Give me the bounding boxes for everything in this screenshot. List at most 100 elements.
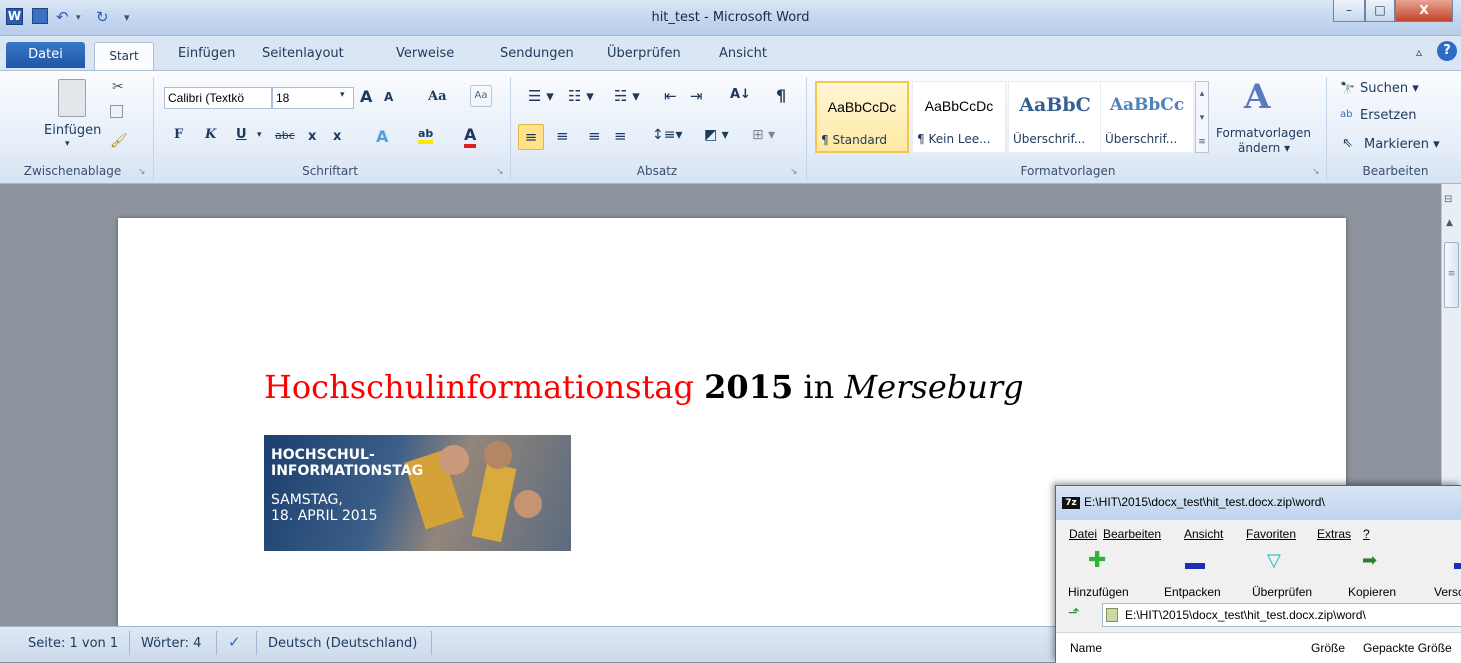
status-language[interactable]: Deutsch (Deutschland) <box>268 636 417 651</box>
decrease-indent-icon[interactable]: ⇤ <box>664 87 677 105</box>
help-icon[interactable]: ? <box>1437 41 1457 61</box>
multilevel-list-icon[interactable]: ☵ ▾ <box>614 87 640 105</box>
sevenzip-menu-help[interactable]: ? <box>1363 527 1370 541</box>
replace-button[interactable]: Ersetzen <box>1360 108 1417 123</box>
align-left-button[interactable]: ≡ <box>518 124 544 150</box>
superscript-button[interactable]: x <box>333 129 341 144</box>
tab-view[interactable]: Ansicht <box>719 46 767 61</box>
find-button[interactable]: Suchen ▾ <box>1360 81 1419 96</box>
status-word-count[interactable]: Wörter: 4 <box>141 636 201 651</box>
change-styles-icon[interactable]: A <box>1244 77 1270 117</box>
column-name[interactable]: Name <box>1070 641 1102 655</box>
paste-button[interactable]: Einfügen <box>44 123 101 138</box>
align-center-icon[interactable]: ≡ <box>556 127 569 145</box>
increase-indent-icon[interactable]: ⇥ <box>690 87 703 105</box>
extract-button[interactable]: Entpacken <box>1164 585 1221 599</box>
bullets-icon[interactable]: ☰ ▾ <box>528 87 554 105</box>
proofing-icon[interactable]: ✓ <box>228 633 241 651</box>
document-heading[interactable]: Hochschulinformationstag 2015 in Mersebu… <box>264 368 1024 406</box>
add-icon[interactable]: ✚ <box>1088 548 1106 573</box>
styles-gallery-scroll[interactable]: ▴ ▾ ≡ <box>1195 81 1209 153</box>
sevenzip-menu-view[interactable]: Ansicht <box>1184 527 1223 541</box>
justify-icon[interactable]: ≡ <box>614 127 627 145</box>
paragraph-launcher-icon[interactable]: ↘ <box>790 167 798 177</box>
change-case-button[interactable]: Aa <box>428 89 447 104</box>
style-heading-2[interactable]: AaBbCc Überschrif... <box>1100 81 1194 153</box>
paste-dropdown-icon[interactable]: ▾ <box>65 139 70 149</box>
sevenzip-path-input[interactable]: E:\HIT\2015\docx_test\hit_test.docx.zip\… <box>1102 603 1461 627</box>
test-button[interactable]: Überprüfen <box>1252 585 1312 599</box>
tab-mailings[interactable]: Sendungen <box>500 46 574 61</box>
styles-launcher-icon[interactable]: ↘ <box>1312 167 1320 177</box>
close-button[interactable]: X <box>1395 0 1453 22</box>
tab-review[interactable]: Überprüfen <box>607 46 681 61</box>
sevenzip-menu-edit[interactable]: Bearbeiten <box>1103 527 1161 541</box>
font-color-button[interactable]: A <box>464 125 477 148</box>
scroll-up-icon[interactable]: ▲ <box>1446 218 1453 228</box>
move-button[interactable]: Versch <box>1434 585 1461 599</box>
column-size[interactable]: Größe <box>1311 641 1345 655</box>
ruler-toggle-icon[interactable]: ⊟ <box>1444 194 1452 205</box>
borders-icon[interactable]: ⊞ ▾ <box>752 127 775 143</box>
sevenzip-window[interactable]: 7z E:\HIT\2015\docx_test\hit_test.docx.z… <box>1055 485 1461 663</box>
italic-button[interactable]: K <box>205 127 216 142</box>
line-spacing-icon[interactable]: ↕≡▾ <box>652 127 683 143</box>
clipboard-paste-icon[interactable] <box>58 79 86 117</box>
status-page[interactable]: Seite: 1 von 1 <box>28 636 118 651</box>
scroll-thumb[interactable]: ≡ <box>1444 242 1459 308</box>
align-right-icon[interactable]: ≡ <box>588 127 601 145</box>
tab-start[interactable]: Start <box>94 42 154 71</box>
clear-formatting-icon[interactable]: Aa <box>470 85 492 107</box>
move-icon[interactable] <box>1454 563 1461 569</box>
bold-button[interactable]: F <box>174 127 183 142</box>
zip-folder-icon <box>1106 608 1118 622</box>
up-folder-icon[interactable]: ⬏ <box>1068 605 1080 621</box>
underline-dropdown-icon[interactable]: ▾ <box>257 130 262 140</box>
sevenzip-menu-extras[interactable]: Extras <box>1317 527 1351 541</box>
shading-icon[interactable]: ◩ ▾ <box>704 127 729 143</box>
format-painter-icon[interactable]: 🖌 <box>110 133 128 149</box>
change-styles-button[interactable]: Formatvorlagen <box>1216 126 1311 140</box>
copy-icon[interactable]: ➡ <box>1362 550 1377 571</box>
sevenzip-menu-favorites[interactable]: Favoriten <box>1246 527 1296 541</box>
select-icon[interactable]: ⇖ <box>1342 136 1353 151</box>
tab-references[interactable]: Verweise <box>396 46 454 61</box>
font-size-dropdown-icon[interactable]: ▾ <box>340 90 345 100</box>
tab-page-layout[interactable]: Seitenlayout <box>262 46 344 61</box>
underline-button[interactable]: U <box>236 127 247 142</box>
tab-file[interactable]: Datei <box>6 42 85 68</box>
add-button[interactable]: Hinzufügen <box>1068 585 1129 599</box>
replace-icon[interactable]: ab <box>1340 109 1352 120</box>
highlight-button[interactable]: ab <box>418 127 434 144</box>
show-formatting-button[interactable]: ¶ <box>776 86 786 105</box>
find-icon[interactable]: 🔭 <box>1340 81 1355 95</box>
style-standard[interactable]: AaBbCcDc ¶ Standard <box>815 81 909 153</box>
style-no-spacing[interactable]: AaBbCcDc ¶ Kein Lee... <box>912 81 1006 153</box>
numbering-icon[interactable]: ☷ ▾ <box>568 87 594 105</box>
sevenzip-menu-file[interactable]: Datei <box>1069 527 1097 541</box>
minimize-ribbon-icon[interactable]: ▵ <box>1416 45 1422 59</box>
test-icon[interactable]: ▽ <box>1267 550 1281 571</box>
minimize-button[interactable]: – <box>1333 0 1365 22</box>
sort-button[interactable]: A↓ <box>730 87 751 102</box>
subscript-button[interactable]: x <box>308 129 316 144</box>
select-button[interactable]: Markieren ▾ <box>1364 137 1440 152</box>
grow-font-button[interactable]: A <box>360 87 372 106</box>
extract-icon[interactable] <box>1185 563 1205 569</box>
strikethrough-button[interactable]: abc <box>275 129 295 142</box>
sevenzip-app-icon[interactable]: 7z <box>1062 497 1080 509</box>
font-name-select[interactable]: Calibri (Textkö <box>164 87 272 109</box>
event-banner-image[interactable]: HOCHSCHUL- INFORMATIONSTAG SAMSTAG, 18. … <box>264 435 571 551</box>
copy-button[interactable]: Kopieren <box>1348 585 1396 599</box>
font-launcher-icon[interactable]: ↘ <box>496 167 504 177</box>
text-effects-button[interactable]: A <box>376 127 388 146</box>
column-packed-size[interactable]: Gepackte Größe <box>1363 641 1452 655</box>
style-heading-1[interactable]: AaBbC Überschrif... <box>1008 81 1102 153</box>
cut-icon[interactable]: ✂ <box>112 79 124 95</box>
clipboard-launcher-icon[interactable]: ↘ <box>138 167 146 177</box>
shrink-font-button[interactable]: A <box>384 90 393 104</box>
copy-icon[interactable] <box>110 105 123 118</box>
change-styles-button-line2[interactable]: ändern ▾ <box>1238 141 1290 155</box>
maximize-button[interactable]: □ <box>1365 0 1395 22</box>
tab-insert[interactable]: Einfügen <box>178 46 235 61</box>
